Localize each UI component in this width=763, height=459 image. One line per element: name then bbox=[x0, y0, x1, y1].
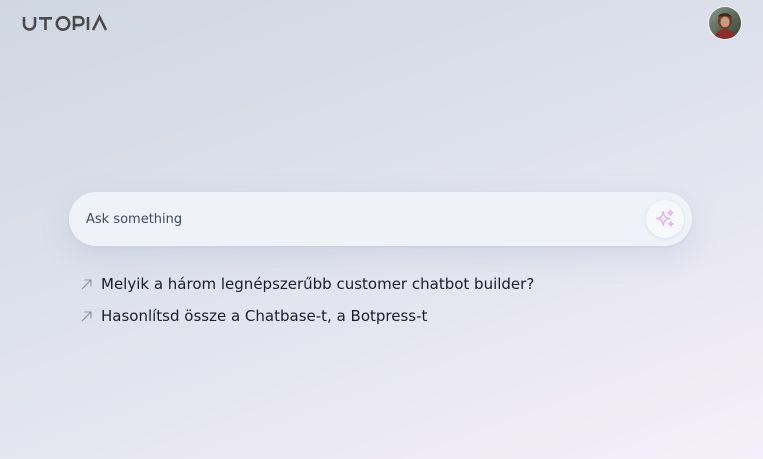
sparkles-icon bbox=[656, 209, 674, 227]
suggestion-item[interactable]: Melyik a három legnépszerűbb customer ch… bbox=[79, 272, 699, 296]
search-bar bbox=[69, 192, 692, 246]
arrow-up-right-icon bbox=[79, 277, 93, 291]
ask-button[interactable] bbox=[646, 200, 684, 238]
search-input[interactable] bbox=[86, 207, 646, 231]
suggestion-item[interactable]: Hasonlítsd össze a Chatbase-t, a Botpres… bbox=[79, 304, 699, 328]
arrow-up-right-icon bbox=[79, 309, 93, 323]
suggestion-label: Hasonlítsd össze a Chatbase-t, a Botpres… bbox=[101, 307, 428, 325]
user-avatar-icon bbox=[709, 7, 741, 39]
user-avatar[interactable] bbox=[709, 7, 741, 39]
suggestion-label: Melyik a három legnépszerűbb customer ch… bbox=[101, 275, 535, 293]
suggestion-list: Melyik a három legnépszerűbb customer ch… bbox=[79, 272, 699, 336]
utopia-logo[interactable] bbox=[22, 13, 114, 33]
utopia-logo-icon bbox=[22, 14, 108, 31]
